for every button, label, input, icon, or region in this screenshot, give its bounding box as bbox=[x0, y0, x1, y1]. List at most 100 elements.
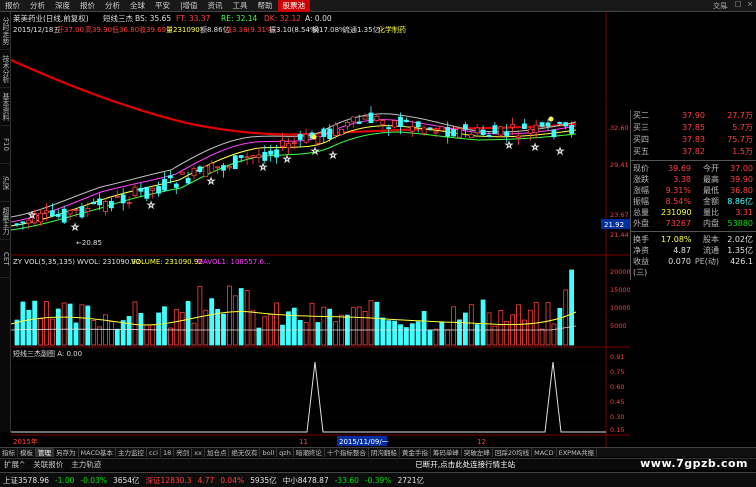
indicator-tab[interactable]: 主力监控 bbox=[116, 448, 147, 457]
candle-body bbox=[244, 156, 250, 159]
stat-value: 231090 bbox=[661, 208, 692, 217]
volume-bar bbox=[386, 320, 392, 346]
indicator-tab[interactable]: 加仓点 bbox=[205, 448, 230, 457]
indicator-tab[interactable]: 指标 bbox=[0, 448, 18, 457]
left-tool-item[interactable]: CET bbox=[0, 240, 11, 278]
left-tool-item[interactable]: 超赢主力 bbox=[0, 202, 11, 240]
lower-tick: 0.30 bbox=[610, 413, 624, 421]
indicator-tab[interactable]: 阴沟翻船 bbox=[369, 448, 400, 457]
stock-pool-button[interactable]: 股票池 bbox=[277, 0, 311, 12]
volume-bar bbox=[79, 304, 85, 346]
volume-bar bbox=[451, 306, 457, 346]
indicator-tab[interactable]: MACD基本 bbox=[79, 448, 116, 457]
indicator-tab[interactable]: xx bbox=[192, 448, 205, 457]
menu-item[interactable]: 资讯 bbox=[203, 0, 228, 12]
indicator-tab[interactable]: 回踩20均线 bbox=[493, 448, 533, 457]
volume-bar bbox=[167, 327, 173, 346]
candle-body bbox=[162, 178, 167, 191]
connection-notice[interactable]: 已断开,点击此处连接行情主站 bbox=[415, 459, 515, 470]
volume-bar bbox=[244, 290, 250, 346]
candle-body bbox=[457, 128, 462, 138]
candle-body bbox=[451, 128, 457, 137]
index-quote: -33.60 bbox=[334, 475, 359, 485]
indicator-tab[interactable]: 突破左峰 bbox=[462, 448, 493, 457]
stat-label: 总量 bbox=[633, 208, 649, 217]
menu-item[interactable]: 深度 bbox=[50, 0, 75, 12]
stat-row: 涨幅 9.31% 最低 36.80 bbox=[631, 185, 756, 196]
volume-bar bbox=[291, 307, 297, 346]
indicator-tab[interactable]: MACD bbox=[532, 448, 557, 457]
volume-bar bbox=[156, 312, 162, 346]
menu-item[interactable]: |增值 bbox=[175, 0, 203, 12]
left-tool-item[interactable]: 基本资料 bbox=[0, 88, 11, 126]
maximize-icon[interactable]: □ bbox=[732, 0, 744, 12]
volume-bar bbox=[73, 322, 79, 346]
date-cursor-label: 2015/11/09/一 bbox=[339, 438, 389, 446]
stock-title: 莱美药业(日线,前复权) bbox=[13, 13, 89, 23]
index-quote: 2721亿 bbox=[397, 475, 425, 485]
main-track-button[interactable]: 主力轨迹 bbox=[67, 459, 105, 470]
candle-body bbox=[362, 115, 368, 120]
indicator-tab[interactable]: EXPMA共振 bbox=[557, 448, 598, 457]
indicator-tab[interactable]: 暗潮终论 bbox=[294, 448, 325, 457]
volume-bar bbox=[103, 314, 108, 346]
date-mid: 11 bbox=[299, 438, 308, 446]
candle-body bbox=[179, 171, 185, 175]
left-tool-item[interactable]: F10 bbox=[0, 126, 11, 164]
indicator-tab[interactable]: cci bbox=[147, 448, 161, 457]
candle-body bbox=[474, 127, 480, 134]
left-toolbar: 分时走势 技术分析 基本资料 F10 沪深 超赢主力 CET bbox=[0, 12, 11, 432]
volume-tick: 15000 bbox=[610, 286, 630, 294]
menu-item[interactable]: 平安 bbox=[150, 0, 175, 12]
indicator-tab[interactable]: 筹码单峰 bbox=[431, 448, 462, 457]
stat-value: 39.69 bbox=[668, 164, 691, 173]
volume-bar bbox=[350, 307, 356, 346]
stat-label: 股本 bbox=[703, 235, 719, 244]
candle-body bbox=[280, 140, 285, 147]
indicator-tab[interactable]: 模板 bbox=[18, 448, 36, 457]
left-tool-item[interactable]: 分时走势 bbox=[0, 12, 11, 50]
indicator-tab[interactable]: 十个指标整合 bbox=[325, 448, 369, 457]
candle-body bbox=[368, 112, 374, 124]
menu-item[interactable]: 工具 bbox=[228, 0, 253, 12]
menu-item[interactable]: 报价 bbox=[75, 0, 100, 12]
menu-item[interactable]: 报价 bbox=[0, 0, 25, 12]
index-quote: 0.04% bbox=[220, 475, 245, 485]
volume-bar bbox=[480, 299, 486, 346]
indicator-tab[interactable]: 18 bbox=[161, 448, 175, 457]
close-icon[interactable]: × bbox=[744, 0, 756, 12]
menu-item[interactable]: 全球 bbox=[125, 0, 150, 12]
left-tool-item[interactable]: 沪深 bbox=[0, 164, 11, 202]
volume-indicator-name: ZY VOL(5,35,135) bbox=[13, 258, 75, 266]
candle-body bbox=[85, 208, 91, 213]
a-value: A: 0.00 bbox=[305, 14, 332, 23]
candle-body bbox=[291, 142, 297, 145]
volume-bar bbox=[368, 300, 374, 346]
candle-body bbox=[492, 125, 498, 134]
indicator-tab[interactable]: 黄金手指 bbox=[400, 448, 431, 457]
minimize-icon[interactable]: _ bbox=[720, 0, 732, 12]
indicator-tab[interactable]: 管理 bbox=[36, 448, 54, 457]
indicator-tab[interactable]: 另存为 bbox=[54, 448, 79, 457]
bid-volume: 5.7万 bbox=[732, 123, 753, 132]
indicator-tab[interactable]: 亮剑 bbox=[174, 448, 193, 457]
index-quote: 4.77 bbox=[197, 475, 215, 485]
candle-body bbox=[232, 155, 238, 169]
indicator-tab[interactable]: boll bbox=[260, 448, 278, 457]
quote-panel: 买二 37.90 27.7万 买三 37.85 5.7万 买四 37.83 75.7万 买五… bbox=[630, 110, 756, 280]
indicator-tab[interactable]: qzh bbox=[277, 448, 294, 457]
menu-item[interactable]: 分析 bbox=[25, 0, 50, 12]
candle-body bbox=[297, 134, 303, 140]
stat-label: 外盘 bbox=[633, 219, 649, 228]
left-tool-item[interactable]: 技术分析 bbox=[0, 50, 11, 88]
candle-body bbox=[427, 127, 433, 130]
menu-item[interactable]: 帮助 bbox=[253, 0, 278, 12]
window-controls: 交易 _ □ × bbox=[708, 0, 756, 12]
chart-area[interactable]: 莱美药业(日线,前复权) 短线三杰 BS: 35.65 FT: 33.37 RE… bbox=[11, 12, 630, 447]
candle-body bbox=[321, 128, 327, 137]
trade-button[interactable]: 交易 bbox=[708, 0, 727, 12]
menu-item[interactable]: 分析 bbox=[100, 0, 125, 12]
related-quote-button[interactable]: 关联报价 bbox=[29, 459, 67, 470]
indicator-tab[interactable]: 绝无仅有 bbox=[229, 448, 261, 457]
expand-button[interactable]: 扩展^ bbox=[0, 459, 29, 470]
